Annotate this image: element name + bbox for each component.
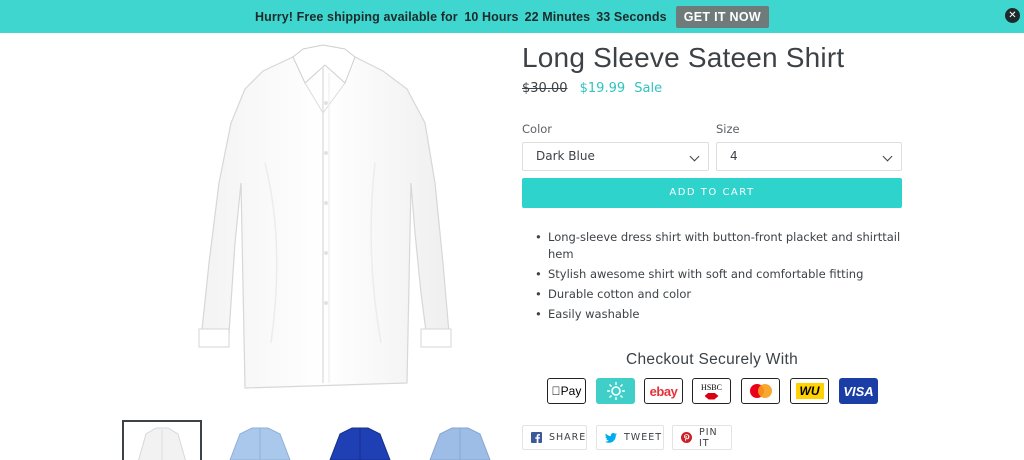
price-row: $30.00 $19.99 Sale [522, 81, 662, 96]
product-title: Long Sleeve Sateen Shirt [522, 42, 845, 73]
apple-pay-label: Pay [556, 384, 582, 398]
share-pinterest-label: PIN IT [699, 426, 718, 449]
feature-item: Long-sleeve dress shirt with button-fron… [535, 229, 908, 263]
feature-list: Long-sleeve dress shirt with button-fron… [535, 229, 908, 326]
add-to-cart-button[interactable]: ADD TO CART [522, 178, 902, 208]
share-facebook-label: SHARE [549, 432, 587, 443]
share-pinterest-button[interactable]: PIN IT [672, 425, 732, 450]
amazon-pay-icon [596, 378, 635, 404]
product-main-image [145, 43, 490, 403]
share-twitter-button[interactable]: TWEET [596, 425, 664, 450]
thumbnail-white[interactable] [122, 420, 202, 460]
sale-label: Sale [634, 81, 663, 96]
thumbnail-dark-blue[interactable] [320, 420, 400, 460]
western-union-icon: WU [790, 378, 829, 404]
chevron-down-icon [882, 151, 893, 162]
thumbnail-sky-blue[interactable] [420, 420, 500, 460]
hsbc-label: HSBC [701, 382, 722, 392]
sale-price: $19.99 [579, 81, 626, 96]
color-select-value: Dark Blue [536, 149, 595, 163]
promo-prefix: Hurry! Free shipping available for [254, 9, 458, 24]
white-shirt-image [198, 44, 452, 389]
promo-message: Hurry! Free shipping available for 10 Ho… [255, 10, 670, 24]
promo-bar: Hurry! Free shipping available for 10 Ho… [0, 0, 1024, 33]
chevron-down-icon [689, 151, 700, 162]
feature-item: Stylish awesome shirt with soft and comf… [535, 266, 908, 283]
mastercard-icon [741, 378, 780, 404]
western-union-label: WU [795, 383, 824, 399]
share-facebook-button[interactable]: SHARE [522, 425, 587, 450]
facebook-icon [531, 432, 542, 443]
visa-icon: VISA [839, 378, 878, 404]
share-twitter-label: TWEET [624, 432, 663, 443]
feature-item: Durable cotton and color [535, 286, 908, 303]
size-select[interactable]: 4 [716, 142, 902, 171]
countdown-minutes: 22 Minutes [524, 9, 591, 24]
color-label: Color [522, 122, 553, 136]
thumbnail-light-blue[interactable] [220, 420, 300, 460]
color-select[interactable]: Dark Blue [522, 142, 709, 171]
original-price: $30.00 [522, 81, 568, 96]
size-label: Size [716, 122, 740, 136]
size-select-value: 4 [730, 149, 738, 163]
feature-item: Easily washable [535, 306, 908, 323]
hsbc-icon: HSBC [692, 378, 731, 404]
checkout-title: Checkout Securely With [626, 351, 798, 368]
twitter-icon [605, 432, 617, 443]
countdown-hours: 10 Hours [464, 9, 519, 24]
close-circle-icon[interactable]: ✕ [1005, 8, 1020, 23]
countdown-seconds: 33 Seconds [596, 9, 667, 24]
ebay-label: ebay [649, 383, 678, 399]
apple-pay-icon: Pay [547, 378, 586, 404]
get-it-now-button[interactable]: GET IT NOW [675, 5, 770, 28]
visa-label: VISA [843, 383, 874, 399]
ebay-icon: ebay [644, 378, 683, 404]
thumbnail-strip [120, 420, 510, 460]
pinterest-icon [681, 432, 692, 443]
